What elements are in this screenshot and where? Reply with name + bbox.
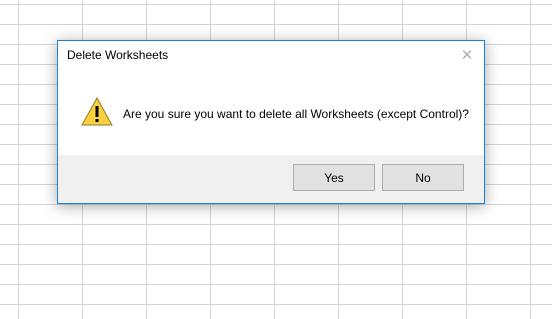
close-button[interactable]: ✕ (450, 41, 484, 69)
dialog-title: Delete Worksheets (67, 48, 169, 62)
dialog-message: Are you sure you want to delete all Work… (123, 107, 469, 121)
warning-icon (81, 96, 113, 127)
close-icon: ✕ (460, 47, 474, 64)
dialog-content: Are you sure you want to delete all Work… (58, 71, 484, 155)
no-button[interactable]: No (382, 164, 464, 191)
delete-worksheets-dialog: Delete Worksheets ✕ Are you sure you wan… (57, 40, 485, 204)
dialog-titlebar[interactable]: Delete Worksheets ✕ (58, 41, 484, 71)
yes-button[interactable]: Yes (293, 164, 375, 191)
dialog-footer: Yes No (58, 155, 484, 203)
